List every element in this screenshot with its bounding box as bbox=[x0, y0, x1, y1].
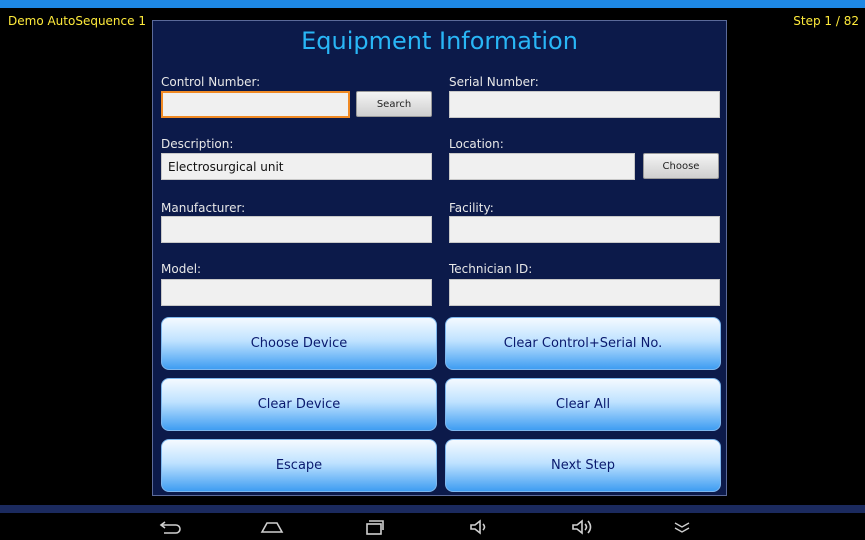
description-field[interactable] bbox=[161, 153, 432, 180]
top-accent-bar bbox=[0, 0, 865, 8]
system-nav-bar bbox=[0, 513, 865, 540]
serial-number-label: Serial Number: bbox=[449, 75, 539, 89]
control-number-field[interactable] bbox=[161, 91, 350, 118]
back-icon[interactable] bbox=[156, 517, 184, 537]
model-field[interactable] bbox=[161, 279, 432, 306]
description-label: Description: bbox=[161, 137, 234, 151]
home-icon[interactable] bbox=[258, 517, 286, 537]
clear-device-button[interactable]: Clear Device bbox=[161, 378, 437, 431]
volume-down-icon[interactable] bbox=[466, 517, 494, 537]
clear-all-button[interactable]: Clear All bbox=[445, 378, 721, 431]
serial-number-field[interactable] bbox=[449, 91, 720, 118]
choose-location-button[interactable]: Choose bbox=[643, 153, 719, 179]
facility-field[interactable] bbox=[449, 216, 720, 243]
technician-id-label: Technician ID: bbox=[449, 262, 533, 276]
model-label: Model: bbox=[161, 262, 202, 276]
recent-apps-icon[interactable] bbox=[360, 517, 388, 537]
search-button[interactable]: Search bbox=[356, 91, 432, 117]
step-counter: Step 1 / 82 bbox=[793, 14, 859, 28]
volume-up-icon[interactable] bbox=[568, 517, 596, 537]
location-field[interactable] bbox=[449, 153, 635, 180]
choose-device-button[interactable]: Choose Device bbox=[161, 317, 437, 370]
manufacturer-field[interactable] bbox=[161, 216, 432, 243]
facility-label: Facility: bbox=[449, 201, 494, 215]
control-number-label: Control Number: bbox=[161, 75, 261, 89]
technician-id-field[interactable] bbox=[449, 279, 720, 306]
clear-control-serial-button[interactable]: Clear Control+Serial No. bbox=[445, 317, 721, 370]
sequence-name: Demo AutoSequence 1 bbox=[8, 14, 146, 28]
equipment-panel: Equipment Information Control Number: Se… bbox=[152, 20, 727, 496]
bottom-divider bbox=[0, 505, 865, 513]
next-step-button[interactable]: Next Step bbox=[445, 439, 721, 492]
location-label: Location: bbox=[449, 137, 504, 151]
escape-button[interactable]: Escape bbox=[161, 439, 437, 492]
manufacturer-label: Manufacturer: bbox=[161, 201, 246, 215]
page-title: Equipment Information bbox=[301, 27, 578, 55]
hide-keyboard-icon[interactable] bbox=[668, 517, 696, 537]
